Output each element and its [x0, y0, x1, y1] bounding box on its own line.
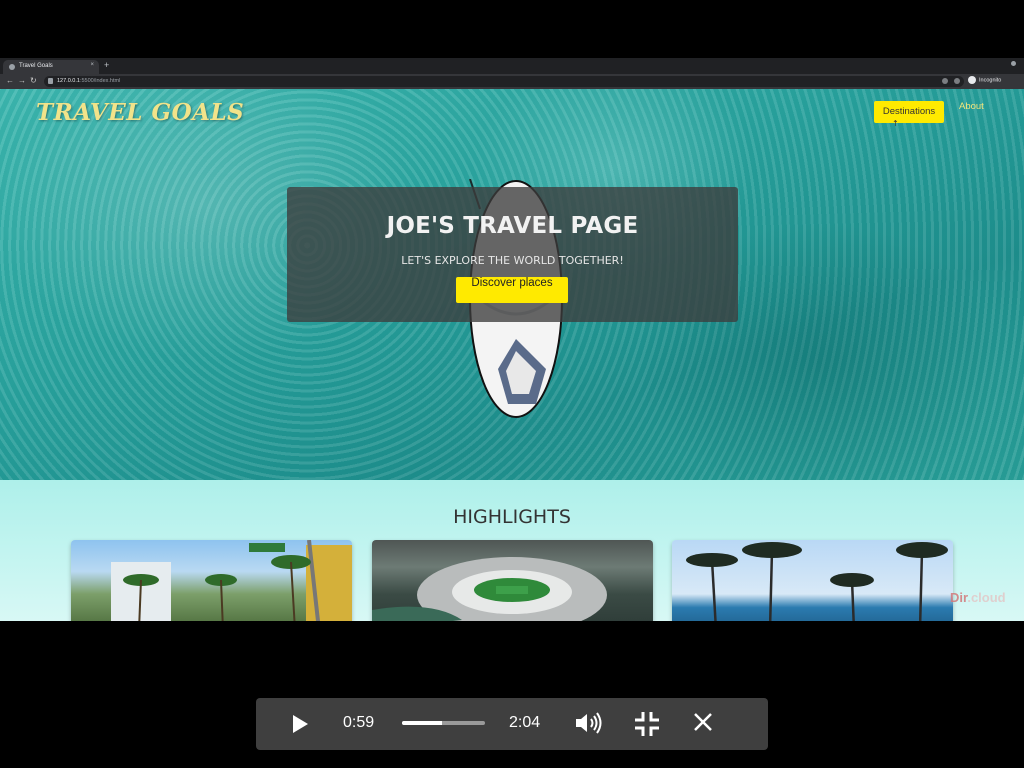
- seek-bar[interactable]: [402, 721, 485, 725]
- bookmark-star-icon[interactable]: [954, 78, 960, 84]
- mouse-cursor-icon: ↑: [892, 119, 899, 128]
- favicon-icon: [9, 64, 15, 70]
- site-info-icon[interactable]: [48, 78, 53, 84]
- seek-bar-progress: [402, 721, 442, 725]
- play-icon[interactable]: [293, 715, 308, 733]
- new-tab-button[interactable]: +: [104, 60, 109, 70]
- browser-window: Travel Goals × + ← → ↻ 127.0.0.1:5500/in…: [0, 58, 1024, 621]
- video-controls-bar: 0:59 2:04: [256, 698, 768, 750]
- tab-title: Travel Goals: [19, 63, 53, 69]
- back-icon[interactable]: ←: [6, 76, 14, 85]
- browser-tab[interactable]: Travel Goals ×: [3, 60, 99, 74]
- highlight-card-beach[interactable]: [672, 540, 953, 621]
- tab-strip: Travel Goals × +: [0, 58, 1024, 74]
- discover-places-button[interactable]: Discover places: [456, 277, 568, 303]
- highlights-title: HIGHLIGHTS: [453, 506, 571, 528]
- watermark-logo: Dir.cloud: [950, 590, 1006, 605]
- total-time: 2:04: [509, 714, 541, 731]
- reload-icon[interactable]: ↻: [30, 76, 37, 85]
- hero-title: JOE'S TRAVEL PAGE: [386, 213, 639, 239]
- current-time: 0:59: [343, 714, 375, 731]
- stadium-aerial-image: [372, 557, 607, 621]
- highlight-card-stadium[interactable]: [372, 540, 653, 621]
- incognito-icon: [968, 76, 976, 84]
- window-menu-icon[interactable]: [1011, 61, 1016, 66]
- beach-palms-image: [686, 542, 948, 621]
- close-icon[interactable]: [692, 711, 714, 733]
- incognito-badge[interactable]: Incognito: [968, 76, 1001, 84]
- tab-close-icon[interactable]: ×: [90, 62, 94, 68]
- volume-icon[interactable]: [574, 711, 604, 735]
- nav-about-link[interactable]: About: [959, 101, 984, 123]
- nav-destinations-button[interactable]: Destinations: [874, 101, 944, 123]
- highlight-card-city[interactable]: [71, 540, 352, 621]
- highlights-section: HIGHLIGHTS: [0, 480, 1024, 621]
- forward-icon[interactable]: →: [18, 76, 26, 85]
- hero-subtitle: LET'S EXPLORE THE WORLD TOGETHER!: [401, 254, 624, 267]
- exit-fullscreen-icon[interactable]: [634, 711, 660, 737]
- site-logo[interactable]: TRAVEL GOALS: [36, 99, 244, 126]
- hero-section: TRAVEL GOALS Destinations About ↑ JOE'S …: [0, 89, 1024, 480]
- browser-toolbar: ← → ↻ 127.0.0.1:5500/index.html Incognit…: [0, 74, 1024, 89]
- address-bar[interactable]: 127.0.0.1:5500/index.html: [44, 76, 964, 87]
- hero-overlay-card: JOE'S TRAVEL PAGE LET'S EXPLORE THE WORL…: [287, 187, 738, 322]
- translate-icon[interactable]: [942, 78, 948, 84]
- city-street-image: [111, 540, 352, 621]
- url-text: 127.0.0.1:5500/index.html: [57, 78, 121, 84]
